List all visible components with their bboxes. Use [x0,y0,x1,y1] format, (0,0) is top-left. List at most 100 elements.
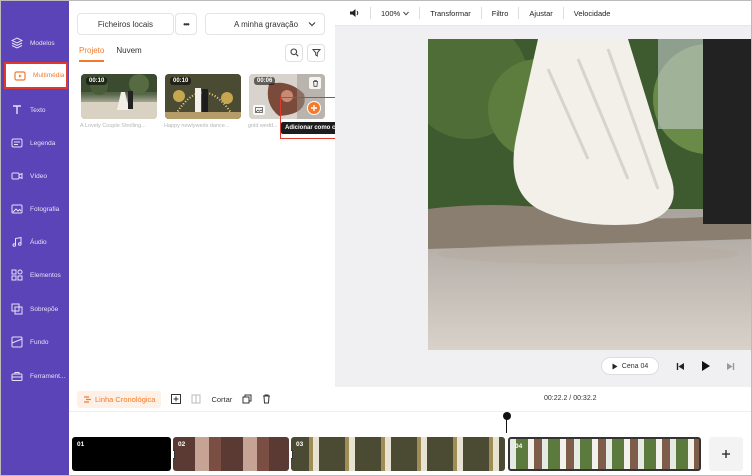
scene-label: Cena 04 [621,362,649,370]
sidebar-item-ferramentas[interactable]: Ferrament... [3,362,67,390]
adjust-button[interactable]: Ajustar [529,9,552,18]
timeline-clip[interactable]: 03 [291,437,505,471]
volume-icon[interactable] [349,8,360,18]
caption-icon [10,136,24,150]
media-thumbnail[interactable]: 00:10 [81,74,157,119]
clip-number: 02 [178,441,186,448]
recording-label: A minha gravação [234,19,299,29]
filter-icon [311,48,321,59]
duration-badge: 00:06 [254,77,276,85]
sidebar-item-label: Texto [30,106,46,114]
filter-button[interactable] [307,44,325,62]
recording-dropdown[interactable]: A minha gravação [205,13,325,35]
video-icon [10,169,24,183]
trim-handle[interactable] [173,450,175,459]
media-thumbnail[interactable]: 00:10 [165,74,241,119]
text-icon [10,103,24,117]
templates-icon [10,36,24,50]
timeline-clip-selected[interactable]: 04 [508,437,701,471]
sidebar-item-multimedia[interactable]: Multimédia [4,62,68,89]
image-type-icon [253,105,265,115]
sidebar-item-label: Ferrament... [30,372,66,380]
more-icon: ••• [183,19,189,29]
overlay-icon [10,302,24,316]
sidebar-item-sobrepoe[interactable]: Sobrepõe [3,295,67,323]
elements-icon [10,268,24,282]
sidebar-item-label: Fundo [30,338,49,346]
search-icon [289,47,299,59]
media-caption: Happy newlyweds dance... [164,123,230,129]
sidebar-item-label: Áudio [30,238,47,246]
timeline-toggle-button[interactable]: Linha Cronológica [77,390,162,408]
sidebar-item-audio[interactable]: Áudio [3,228,67,256]
speed-button[interactable]: Velocidade [574,9,611,18]
previous-button[interactable] [673,359,687,373]
sidebar-item-video[interactable]: Vídeo [3,162,67,190]
sidebar-item-label: Fotografia [30,205,60,213]
time-display: 00:22.2 / 00:32.2 [544,395,597,402]
media-caption: A Lovely Couple Strolling... [80,123,146,129]
app-window: Modelos Multimédia Texto Legenda Vídeo F… [0,0,752,476]
clip-number: 03 [296,441,304,448]
cut-button[interactable]: Cortar [211,395,232,404]
chevron-down-icon [308,20,316,30]
delete-icon[interactable] [309,77,321,89]
tab-projeto[interactable]: Projeto [79,46,105,62]
sidebar-item-texto[interactable]: Texto [3,96,67,124]
duplicate-icon[interactable] [242,394,252,404]
zoom-select[interactable]: 100% [381,8,410,18]
clip-number: 01 [77,441,85,448]
tools-icon [10,369,24,383]
skip-back-icon [676,362,684,370]
sidebar-item-legenda[interactable]: Legenda [3,129,67,157]
filter-tab-button[interactable]: Filtro [492,9,509,18]
add-clip-button[interactable] [709,437,743,471]
play-icon [702,361,710,371]
media-tabs: Projeto Nuvem [79,46,142,62]
sidebar-item-label: Sobrepõe [30,305,59,313]
playhead-handle[interactable] [503,412,511,420]
sidebar-item-modelos[interactable]: Modelos [3,29,67,57]
zoom-value: 100% [381,8,401,18]
sidebar-item-fotografia[interactable]: Fotografia [3,195,67,223]
wedding-dress-frame-image [428,39,751,350]
timeline-label: Linha Cronológica [95,394,156,404]
plus-icon [722,450,730,458]
edit-toolbar: 100% Transformar Filtro Ajustar Velocida… [335,1,751,26]
play-button[interactable] [698,358,714,374]
chevron-down-icon [403,11,410,16]
more-options-button[interactable]: ••• [175,13,197,35]
duration-badge: 00:10 [170,77,192,85]
sidebar-item-label: Elementos [30,271,61,279]
trim-handle[interactable] [291,450,293,459]
next-button[interactable] [723,359,737,373]
sidebar-item-label: Multimédia [33,72,65,79]
timeline-toolbar: Linha Cronológica Cortar 00:22.2 / 00:32… [69,387,751,411]
local-files-button[interactable]: Ficheiros locais [77,13,174,35]
trash-icon[interactable] [262,394,271,404]
sidebar-item-label: Vídeo [30,172,47,180]
media-icon [13,69,27,83]
split-icon [191,394,201,404]
photo-icon [10,202,24,216]
skip-forward-icon [726,362,734,370]
play-small-icon [612,363,618,369]
sidebar-item-elementos[interactable]: Elementos [3,261,67,289]
timeline-ruler [69,411,751,433]
video-preview [428,39,751,350]
sidebar-item-fundo[interactable]: Fundo [3,328,67,356]
local-files-label: Ficheiros locais [97,19,154,29]
clip-number: 04 [515,443,523,450]
duration-badge: 00:10 [86,77,108,85]
tab-nuvem[interactable]: Nuvem [116,46,141,62]
background-icon [10,335,24,349]
timeline-clip[interactable]: 02 [173,437,289,471]
scene-selector[interactable]: Cena 04 [601,357,659,375]
media-panel: Ficheiros locais ••• A minha gravação Pr… [69,1,334,387]
timeline-clip[interactable]: 01 [72,437,171,471]
transform-button[interactable]: Transformar [430,9,471,18]
add-scene-icon[interactable] [171,394,182,404]
sidebar: Modelos Multimédia Texto Legenda Vídeo F… [1,1,69,475]
search-button[interactable] [285,44,303,62]
timeline-icon [84,395,91,403]
